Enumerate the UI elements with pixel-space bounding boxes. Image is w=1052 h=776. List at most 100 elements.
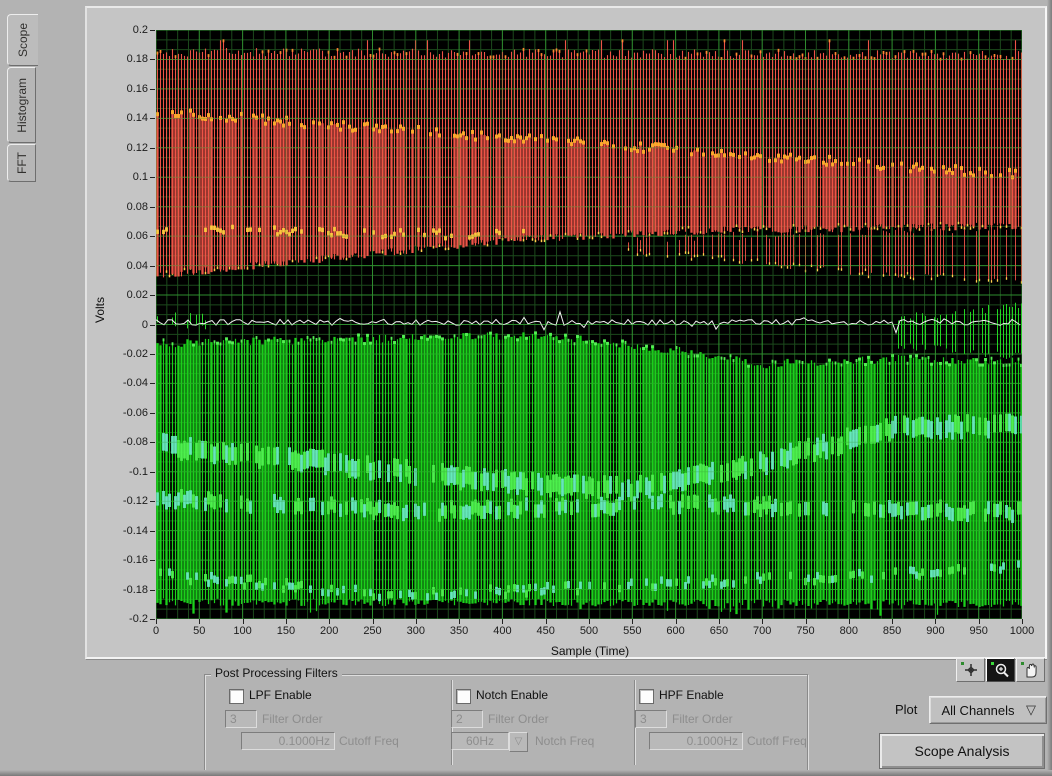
y-tick-mark xyxy=(150,442,155,444)
y-tick-label: -0.04 xyxy=(122,377,148,390)
y-tick-label: 0.2 xyxy=(132,24,148,36)
x-tick-label: 300 xyxy=(406,625,425,637)
y-tick-label: -0.16 xyxy=(122,554,148,567)
lpf-enable-label: LPF Enable xyxy=(249,688,312,702)
y-tick-mark xyxy=(150,383,155,385)
notch-filter-order-label: Filter Order xyxy=(488,712,549,726)
lpf-cutoff-freq-label: Cutoff Freq xyxy=(339,734,399,748)
x-tick-mark xyxy=(285,619,287,624)
y-tick-label: 0.08 xyxy=(126,200,148,213)
cursor-tool-button[interactable] xyxy=(956,658,985,682)
plot-channel-dropdown[interactable]: All Channels ▽ xyxy=(929,696,1047,724)
y-tick-mark xyxy=(150,353,155,355)
x-tick-mark xyxy=(805,619,807,624)
y-tick-mark xyxy=(150,324,155,326)
notch-enable-checkbox[interactable] xyxy=(456,689,471,704)
y-tick-mark xyxy=(150,59,155,61)
x-tick-label: 0 xyxy=(152,625,160,637)
y-tick-mark xyxy=(150,589,155,591)
x-tick-mark xyxy=(978,619,980,624)
tab-scope[interactable]: Scope xyxy=(7,14,38,66)
x-tick-label: 750 xyxy=(796,625,815,637)
zoom-tool-button[interactable] xyxy=(986,658,1015,682)
x-tick-mark xyxy=(242,619,244,624)
tab-histogram[interactable]: Histogram xyxy=(7,67,36,143)
y-tick-mark xyxy=(150,147,155,149)
x-tick-label: 550 xyxy=(623,625,642,637)
x-tick-label: 100 xyxy=(233,625,252,637)
x-tick-label: 250 xyxy=(363,625,382,637)
x-tick-label: 800 xyxy=(839,625,858,637)
x-tick-label: 950 xyxy=(969,625,988,637)
y-tick-label: -0.12 xyxy=(122,495,148,508)
scope-window: Scope Histogram FFT 0.2 0.18 0.16 0.14 0.12 0… xyxy=(0,0,1052,776)
y-tick-mark xyxy=(150,412,155,414)
x-tick-mark xyxy=(848,619,850,624)
y-tick-mark xyxy=(150,501,155,503)
hpf-enable-checkbox[interactable] xyxy=(639,689,654,704)
y-tick-label: -0.08 xyxy=(122,436,148,449)
x-tick-mark xyxy=(502,619,504,624)
notch-freq-dropdown-button[interactable]: ▽ xyxy=(509,732,528,752)
waveform-plot-area[interactable] xyxy=(156,30,1022,619)
x-tick-label: 150 xyxy=(276,625,296,637)
notch-freq-field[interactable]: 60Hz xyxy=(451,732,509,750)
x-tick-mark xyxy=(762,619,764,624)
chevron-down-icon: ▽ xyxy=(1026,702,1036,717)
plot-selector-label: Plot xyxy=(895,702,918,717)
x-tick-mark xyxy=(1022,619,1023,624)
lpf-enable-checkbox[interactable] xyxy=(229,689,244,704)
x-tick-label: 50 xyxy=(193,625,206,637)
hpf-filter-order-label: Filter Order xyxy=(672,712,733,726)
x-tick-mark xyxy=(329,619,331,624)
x-tick-mark xyxy=(675,619,677,624)
x-tick-label: 900 xyxy=(926,625,945,637)
hpf-cutoff-freq-field[interactable]: 0.1000Hz xyxy=(649,732,743,750)
lpf-filter-order-field[interactable]: 3 xyxy=(225,710,257,728)
tab-histogram-label: Histogram xyxy=(14,77,29,133)
pan-tool-button[interactable] xyxy=(1016,658,1045,682)
x-tick-mark xyxy=(545,619,547,624)
chevron-down-icon: ▽ xyxy=(514,736,523,747)
y-tick-label: 0.16 xyxy=(126,82,148,95)
y-tick-mark xyxy=(150,530,155,532)
window-edge-bottom xyxy=(0,770,1052,776)
scope-analysis-button[interactable]: Scope Analysis xyxy=(879,733,1045,769)
crosshair-icon xyxy=(960,662,977,676)
x-tick-label: 850 xyxy=(882,625,902,637)
window-edge-right xyxy=(1047,0,1052,776)
x-tick-label: 450 xyxy=(536,625,555,637)
notch-filter-order-field[interactable]: 2 xyxy=(451,710,483,728)
y-tick-label: -0.14 xyxy=(122,524,148,537)
y-tick-mark xyxy=(150,88,155,90)
grid-major-overlay xyxy=(156,30,1022,619)
y-tick-mark xyxy=(150,206,155,208)
x-tick-mark xyxy=(589,619,590,624)
x-tick-mark xyxy=(632,619,634,624)
notch-freq-label: Notch Freq xyxy=(535,734,595,748)
notch-enable-label: Notch Enable xyxy=(476,688,549,702)
y-tick-mark xyxy=(150,295,155,297)
x-tick-mark xyxy=(892,619,894,624)
hpf-cutoff-freq-label: Cutoff Freq xyxy=(747,734,807,748)
post-processing-filters-group: Post Processing Filters LPF Enable 3 Fil… xyxy=(204,666,808,771)
x-tick-label: 500 xyxy=(579,625,599,637)
x-tick-mark xyxy=(372,619,374,624)
hpf-enable-label: HPF Enable xyxy=(659,688,724,702)
tab-fft[interactable]: FFT xyxy=(7,144,36,182)
tab-scope-label: Scope xyxy=(16,22,30,58)
x-tick-mark xyxy=(415,619,417,624)
lpf-cutoff-freq-field[interactable]: 0.1000Hz xyxy=(241,732,335,750)
x-tick-label: 200 xyxy=(320,625,339,637)
group-box-label: Post Processing Filters xyxy=(211,666,342,680)
hand-icon xyxy=(1020,662,1037,678)
y-tick-label: -0.1 xyxy=(129,465,148,478)
hpf-filter-order-field[interactable]: 3 xyxy=(635,710,667,728)
x-tick-mark xyxy=(459,619,461,624)
x-tick-mark xyxy=(935,619,937,624)
x-tick-mark xyxy=(156,619,157,624)
x-tick-label: 700 xyxy=(753,625,772,637)
y-tick-label: 0.14 xyxy=(126,112,148,125)
x-tick-label: 350 xyxy=(449,625,469,637)
y-tick-mark xyxy=(150,560,155,562)
